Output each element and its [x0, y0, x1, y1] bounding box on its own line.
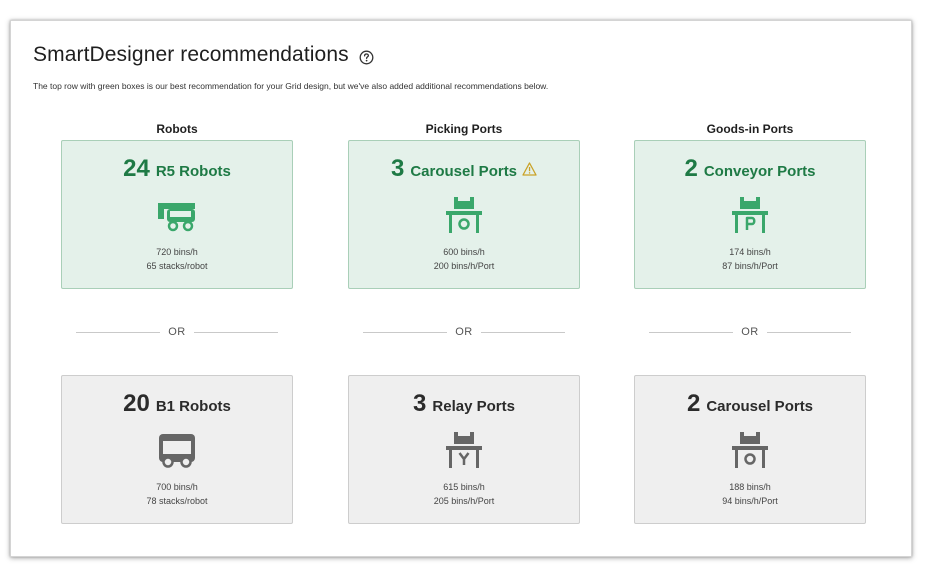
- header: SmartDesigner recommendations: [33, 43, 374, 67]
- alternative-card-picking-ports[interactable]: 3 Relay Ports 615 bins/h 205 bins/h/Port: [348, 375, 580, 524]
- card-name: Carousel Ports: [706, 398, 814, 415]
- card-title: 2 Conveyor Ports: [684, 155, 815, 183]
- warning-icon[interactable]: [522, 162, 537, 176]
- or-divider: OR: [348, 324, 580, 340]
- or-label: OR: [455, 326, 473, 338]
- card-count: 3: [390, 155, 405, 182]
- column-heading-picking-ports: Picking Ports: [425, 122, 503, 136]
- recommendations-panel: SmartDesigner recommendations The top ro…: [10, 20, 912, 557]
- alternative-card-robots[interactable]: 20 B1 Robots 700 bins/h 78 stacks/robot: [61, 375, 293, 524]
- card-throughput: 188 bins/h: [729, 482, 771, 492]
- card-capacity: 78 stacks/robot: [146, 496, 208, 506]
- card-name: R5 Robots: [155, 163, 231, 180]
- card-title: 24 R5 Robots: [123, 155, 231, 183]
- card-capacity: 87 bins/h/Port: [722, 261, 778, 271]
- alternative-card-goods-in-ports[interactable]: 2 Carousel Ports 188 bins/h 94 bins/h/Po…: [634, 375, 866, 524]
- help-icon[interactable]: [359, 50, 374, 65]
- card-name: Relay Ports: [432, 398, 515, 415]
- card-count: 24: [123, 155, 150, 182]
- divider-line: [649, 331, 734, 333]
- card-capacity: 205 bins/h/Port: [433, 496, 495, 506]
- card-throughput: 600 bins/h: [443, 247, 485, 257]
- card-title: 20 B1 Robots: [123, 390, 231, 418]
- divider-line: [193, 331, 278, 333]
- page-subtitle: The top row with green boxes is our best…: [33, 81, 549, 91]
- card-throughput: 700 bins/h: [156, 482, 198, 492]
- column-heading-goods-in-ports: Goods-in Ports: [706, 122, 794, 136]
- divider-line: [766, 331, 851, 333]
- recommended-card-picking-ports[interactable]: 3 Carousel Ports 600 bins/h 200 bins/h/P…: [348, 140, 580, 289]
- card-capacity: 200 bins/h/Port: [433, 261, 495, 271]
- or-label: OR: [741, 326, 759, 338]
- b1-robot-icon: [155, 428, 199, 472]
- card-name: B1 Robots: [155, 398, 231, 415]
- relay-port-icon: [442, 428, 486, 472]
- or-divider: OR: [61, 324, 293, 340]
- card-throughput: 174 bins/h: [729, 247, 771, 257]
- card-name: Conveyor Ports: [703, 163, 816, 180]
- card-title: 2 Carousel Ports: [687, 390, 813, 418]
- or-label: OR: [168, 326, 186, 338]
- carousel-port-icon: [728, 428, 772, 472]
- conveyor-port-icon: [728, 193, 772, 237]
- card-count: 20: [123, 390, 150, 417]
- card-capacity: 65 stacks/robot: [146, 261, 208, 271]
- or-divider: OR: [634, 324, 866, 340]
- r5-robot-icon: [155, 193, 199, 237]
- divider-line: [76, 331, 161, 333]
- card-title: 3 Relay Ports: [413, 390, 515, 418]
- card-title: 3 Carousel Ports: [391, 155, 537, 183]
- divider-line: [363, 331, 448, 333]
- card-name: Carousel Ports: [410, 163, 518, 180]
- column-heading-robots: Robots: [156, 122, 198, 136]
- page-title: SmartDesigner recommendations: [33, 43, 349, 66]
- divider-line: [480, 331, 565, 333]
- card-count: 2: [684, 155, 698, 182]
- card-count: 3: [413, 390, 427, 417]
- recommended-card-goods-in-ports[interactable]: 2 Conveyor Ports 174 bins/h 87 bins/h/Po…: [634, 140, 866, 289]
- card-count: 2: [686, 390, 701, 417]
- card-throughput: 720 bins/h: [156, 247, 198, 257]
- card-capacity: 94 bins/h/Port: [722, 496, 778, 506]
- carousel-port-icon: [442, 193, 486, 237]
- card-throughput: 615 bins/h: [443, 482, 485, 492]
- recommended-card-robots[interactable]: 24 R5 Robots 720 bins/h 65 stacks/robot: [61, 140, 293, 289]
